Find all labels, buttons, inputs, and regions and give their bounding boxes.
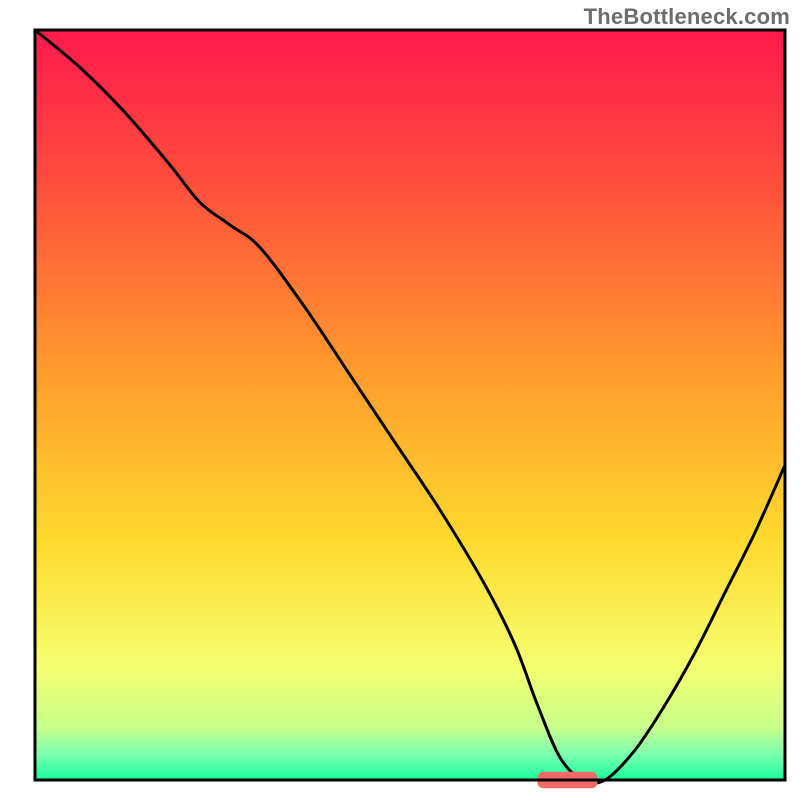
chart-background	[35, 30, 785, 780]
watermark-text: TheBottleneck.com	[584, 4, 790, 30]
bottleneck-chart	[0, 0, 800, 800]
